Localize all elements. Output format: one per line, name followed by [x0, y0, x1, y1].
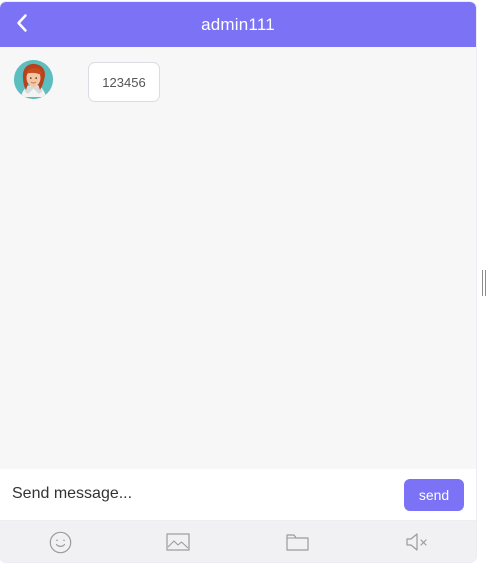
resize-handle[interactable]	[482, 270, 486, 296]
mute-icon	[406, 533, 427, 551]
image-button[interactable]	[164, 529, 192, 555]
chat-title: admin111	[201, 15, 275, 34]
message-list[interactable]: 123456	[0, 47, 476, 467]
emoji-button[interactable]	[46, 529, 74, 555]
mute-button[interactable]	[403, 529, 431, 555]
message-bubble[interactable]: 123456	[88, 62, 160, 102]
chat-page: admin111 123456 Send message... send	[0, 0, 488, 564]
message-input[interactable]	[12, 479, 382, 509]
folder-button[interactable]	[283, 529, 311, 555]
chat-toolbar	[0, 520, 476, 562]
chat-header: admin111	[0, 2, 476, 47]
message-row: 123456	[14, 60, 454, 105]
message-composer: send	[0, 469, 476, 520]
folder-icon	[285, 534, 309, 551]
send-button[interactable]: send	[404, 479, 464, 511]
chat-window: admin111 123456 Send message... send	[0, 2, 476, 562]
emoji-icon	[49, 531, 71, 553]
image-icon	[166, 533, 190, 551]
woman-avatar-icon	[14, 60, 53, 99]
user-avatar[interactable]	[14, 60, 53, 99]
